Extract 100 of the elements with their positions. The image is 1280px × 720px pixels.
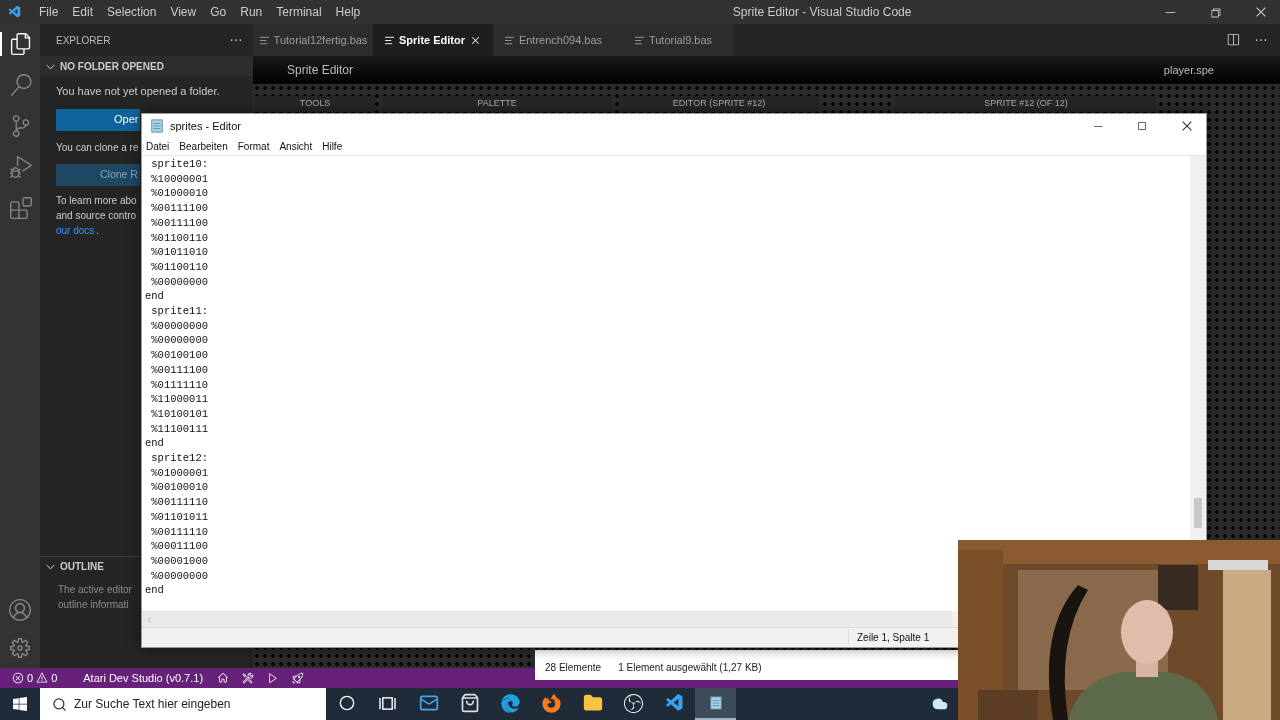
- docs-link[interactable]: our docs: [56, 222, 95, 238]
- horizontal-scrollbar[interactable]: [142, 611, 952, 627]
- text-line: end: [145, 289, 165, 305]
- tools-icon[interactable]: [242, 672, 255, 684]
- task-view-icon: [379, 695, 396, 711]
- search-icon: [52, 697, 67, 712]
- menu-item[interactable]: Format: [237, 139, 270, 154]
- sidebar-title: EXPLORER: [56, 33, 111, 48]
- store-icon: [459, 693, 480, 713]
- split-editor-icon[interactable]: [1226, 33, 1240, 47]
- item-count: 28 Elemente: [545, 661, 602, 675]
- run-debug-icon: [10, 156, 32, 178]
- text-line: %00000000: [150, 318, 209, 334]
- menu-item[interactable]: Go: [203, 3, 234, 21]
- vscode-logo-icon: [8, 5, 22, 19]
- section-title: NO FOLDER OPENED: [60, 59, 164, 74]
- maximize-icon[interactable]: [1136, 120, 1148, 132]
- extensions-icon: [10, 197, 32, 219]
- section-title: OUTLINE: [60, 560, 104, 574]
- account-icon[interactable]: [9, 599, 31, 621]
- message-text: To learn more abo: [56, 193, 137, 208]
- text-line: %00111110: [150, 495, 209, 510]
- cloud-icon[interactable]: [932, 696, 948, 712]
- menu-item[interactable]: Hilfe: [322, 139, 343, 154]
- obs-icon: [624, 693, 643, 713]
- error-count: 0: [27, 670, 34, 686]
- menu-item[interactable]: View: [163, 3, 204, 21]
- text-line: %00011100: [150, 539, 209, 554]
- home-icon[interactable]: [217, 672, 230, 684]
- file-icon: [384, 34, 395, 46]
- mail-icon: [418, 693, 439, 713]
- restore-icon[interactable]: [1209, 5, 1222, 19]
- message-text: You can clone a re: [56, 140, 139, 155]
- file-name: player.spe: [1163, 62, 1214, 78]
- warning-count: 0: [51, 670, 58, 686]
- message-text: and source contro: [56, 208, 137, 223]
- editor-tab[interactable]: Tutorial12fertig.bas: [253, 24, 373, 56]
- text-line: %01100110: [150, 259, 209, 275]
- text-line: sprite12:: [150, 451, 209, 466]
- rocket-icon[interactable]: [292, 672, 305, 684]
- text-line: %00111100: [150, 215, 209, 231]
- open-folder-button[interactable]: Oper: [56, 108, 140, 131]
- text-line: %00000000: [150, 568, 209, 584]
- editor-tab[interactable]: Tutorial9.bas: [613, 24, 733, 56]
- firefox-icon: [542, 693, 561, 713]
- text-line: %01011010: [150, 245, 209, 260]
- panel-header: TOOLS: [255, 96, 375, 112]
- editor-tab[interactable]: Sprite Editor: [373, 24, 493, 56]
- menu-item[interactable]: Terminal: [269, 3, 329, 21]
- file-icon: [258, 34, 270, 46]
- menu-item[interactable]: Bearbeiten: [179, 139, 228, 154]
- menu-item[interactable]: Datei: [146, 139, 170, 154]
- menu-item[interactable]: Help: [328, 3, 368, 21]
- edge-icon: [501, 693, 520, 713]
- file-icon: [633, 34, 645, 46]
- error-icon: [12, 672, 24, 684]
- selection-info: 1 Element ausgewählt (1,27 KB): [618, 661, 762, 675]
- text-line: %11000011: [150, 392, 209, 407]
- search-field[interactable]: Zur Suche Text hier eingeben: [40, 688, 326, 720]
- extension-name[interactable]: Atari Dev Studio (v0.7.1): [83, 669, 204, 687]
- text-line: %01000001: [150, 465, 209, 481]
- menu-item[interactable]: Edit: [65, 3, 101, 21]
- window-title: sprites - Editor: [170, 118, 241, 134]
- scrollbar-thumb[interactable]: [1194, 498, 1202, 528]
- text-line: %01100110: [150, 230, 209, 246]
- outline-message-text: The active editor: [58, 583, 132, 597]
- start-icon[interactable]: [12, 696, 28, 712]
- text-line: %01101011: [150, 509, 209, 525]
- taskbar-app[interactable]: [695, 688, 736, 720]
- close-icon[interactable]: [1254, 5, 1268, 19]
- text-line: %01000010: [150, 186, 209, 202]
- text-line: sprite11:: [150, 304, 209, 319]
- text-line: %00111100: [150, 201, 209, 216]
- menu-item[interactable]: File: [32, 3, 66, 21]
- cortana-icon: [338, 695, 355, 711]
- sprite-editor-title: Sprite Editor: [287, 62, 354, 79]
- window-title: Sprite Editor - Visual Studio Code: [731, 4, 913, 21]
- text-line: %00001000: [150, 554, 209, 569]
- settings-icon[interactable]: [10, 638, 30, 658]
- menu-item[interactable]: Selection: [100, 3, 164, 21]
- menu-item[interactable]: Run: [233, 3, 270, 21]
- section-header[interactable]: NO FOLDER OPENED: [40, 56, 253, 76]
- search-icon: [10, 74, 32, 96]
- play-icon[interactable]: [267, 672, 280, 684]
- text-line: %00100100: [150, 348, 209, 363]
- close-icon[interactable]: [1180, 119, 1194, 133]
- cursor-position: Zeile 1, Spalte 1: [848, 630, 930, 645]
- text-line: %10100101: [150, 406, 209, 422]
- text-line: %00111110: [150, 524, 209, 540]
- panel-header: PALETTE: [381, 96, 613, 112]
- files-icon: [10, 33, 32, 55]
- text-line: %01111110: [150, 377, 209, 393]
- clone-repository-button[interactable]: Clone R: [56, 163, 140, 186]
- menu-item[interactable]: Ansicht: [279, 139, 313, 154]
- section-header[interactable]: OUTLINE: [40, 556, 140, 576]
- panel-header: EDITOR (SPRITE #12): [619, 96, 819, 112]
- vscode-icon: [664, 693, 685, 713]
- text-line: %00111100: [150, 362, 209, 378]
- text-line: %00100010: [150, 480, 209, 496]
- editor-tab[interactable]: Entrench094.bas: [493, 24, 613, 56]
